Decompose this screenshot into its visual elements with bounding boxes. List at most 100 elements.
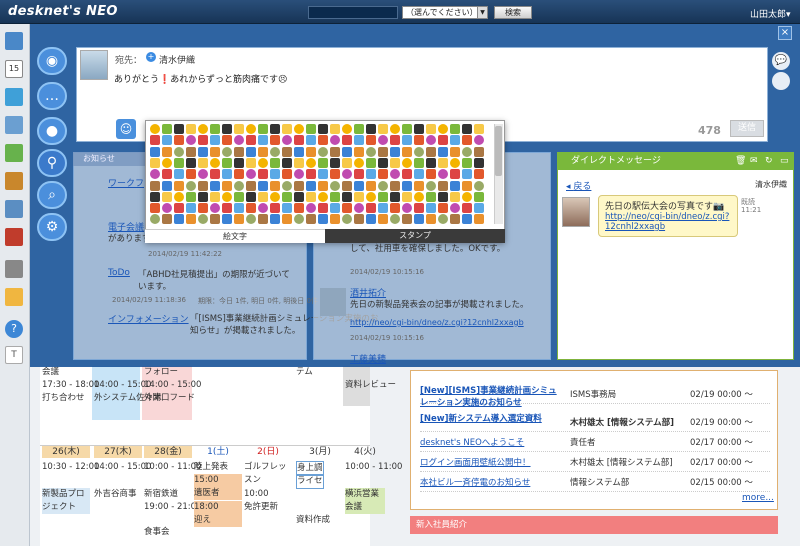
emoji-item[interactable] [426,124,436,134]
refresh-icon[interactable]: ↻ [765,156,773,166]
emoji-item[interactable] [246,124,256,134]
emoji-item[interactable] [402,203,412,214]
emoji-item[interactable] [258,180,268,191]
emoji-item[interactable] [198,214,208,225]
emoji-item[interactable] [438,169,448,180]
message-text[interactable]: ありがとう❗あれからずっと筋肉痛です😣 [114,72,287,85]
emoji-item[interactable] [210,191,220,202]
news-row[interactable]: desknet's NEOへようこそ 責任者 02/17 00:00 ～ [420,432,770,452]
emoji-item[interactable] [354,191,364,202]
emoji-item[interactable] [198,124,208,134]
emoji-item[interactable] [270,214,280,225]
emoji-item[interactable] [414,214,424,225]
send-button[interactable]: 送信 [730,120,764,137]
emoji-item[interactable] [342,169,352,180]
emoji-item[interactable] [426,157,436,168]
emoji-item[interactable] [414,180,424,191]
emoji-item[interactable] [270,169,280,180]
emoji-item[interactable] [162,191,172,202]
user-icon[interactable]: ● [37,117,67,145]
global-search-input[interactable] [308,6,398,19]
emoji-item[interactable] [258,146,268,157]
emoji-item[interactable] [342,157,352,168]
emoji-item[interactable] [234,169,244,180]
news-title[interactable]: [New][ISMS]事業継続計画シミュレーション実施のお知らせ [420,384,560,408]
emoji-item[interactable] [150,169,160,180]
emoji-item[interactable] [462,135,472,146]
news-title[interactable]: ログイン画面用壁紙公開中！ [420,456,531,468]
emoji-item[interactable] [150,214,160,225]
emoji-item[interactable] [450,135,460,146]
emoji-item[interactable] [294,203,304,214]
emoji-item[interactable] [246,146,256,157]
emoji-item[interactable] [150,191,160,202]
news-title[interactable]: 本社ビル一斉停電のお知らせ [420,476,530,488]
emoji-item[interactable] [342,124,352,134]
emoji-item[interactable] [246,135,256,146]
emoji-item[interactable] [294,135,304,146]
emoji-item[interactable] [366,169,376,180]
emoji-item[interactable] [258,124,268,134]
calendar-event[interactable]: 陸上発表 [194,461,228,474]
news-title[interactable]: desknet's NEOへようこそ [420,436,524,448]
calendar-event[interactable]: フォロー [144,366,178,379]
emoji-item[interactable] [450,124,460,134]
chat-icon[interactable]: 💬 [772,52,790,70]
emoji-item[interactable] [174,191,184,202]
emoji-item[interactable] [258,214,268,225]
news-title[interactable]: [New]新システム導入選定資料 [420,412,560,424]
calendar-event[interactable]: ライセ [296,474,324,489]
settings-gear-icon[interactable]: ⚙ [37,213,67,241]
emoji-item[interactable] [438,214,448,225]
calendar-event[interactable]: 10:00 [244,488,269,501]
emoji-item[interactable] [354,124,364,134]
emoji-item[interactable] [282,191,292,202]
emoji-item[interactable] [198,191,208,202]
close-icon[interactable]: × [778,26,792,40]
folder-gray-icon[interactable] [5,260,23,278]
calendar-event[interactable]: 14:00 - 15:00 [94,461,151,474]
emoji-item[interactable] [318,214,328,225]
search-button[interactable]: 検索 [494,6,532,19]
day-header[interactable]: 28(金) [144,446,192,458]
emoji-item[interactable] [414,157,424,168]
emoji-item[interactable] [306,169,316,180]
day-header[interactable]: 1(土) [194,446,242,458]
emoji-item[interactable] [258,191,268,202]
emoji-item[interactable] [378,169,388,180]
emoji-item[interactable] [390,203,400,214]
help-icon[interactable]: ? [5,320,23,338]
text-icon[interactable]: T [5,346,23,364]
emoji-item[interactable] [150,203,160,214]
emoji-item[interactable] [294,169,304,180]
emoji-item[interactable] [186,191,196,202]
emoji-item[interactable] [378,191,388,202]
emoji-item[interactable] [318,169,328,180]
emoji-item[interactable] [282,203,292,214]
emoji-item[interactable] [354,146,364,157]
emoji-item[interactable] [414,203,424,214]
emoji-item[interactable] [270,180,280,191]
emoji-item[interactable] [318,124,328,134]
emoji-item[interactable] [462,169,472,180]
emoji-item[interactable] [426,135,436,146]
emoji-item[interactable] [426,146,436,157]
calendar-event[interactable]: 資料作成 [296,514,330,527]
person-icon[interactable] [772,72,790,90]
emoji-item[interactable] [378,157,388,168]
emoji-item[interactable] [186,146,196,157]
emoji-item[interactable] [414,135,424,146]
emoji-item[interactable] [258,169,268,180]
news-row[interactable]: [New][ISMS]事業継続計画シミュレーション実施のお知らせ ISMS事務局… [420,384,770,408]
emoji-item[interactable] [306,203,316,214]
chat-bubble-icon[interactable]: … [37,82,67,110]
emoji-item[interactable] [390,157,400,168]
contacts-icon[interactable] [5,200,23,218]
emoji-item[interactable] [234,203,244,214]
tab-emoji[interactable]: 絵文字 [145,229,325,243]
emoji-item[interactable] [306,135,316,146]
emoji-item[interactable] [390,146,400,157]
more-link[interactable]: more... [742,493,774,503]
emoji-item[interactable] [222,135,232,146]
emoji-item[interactable] [198,203,208,214]
